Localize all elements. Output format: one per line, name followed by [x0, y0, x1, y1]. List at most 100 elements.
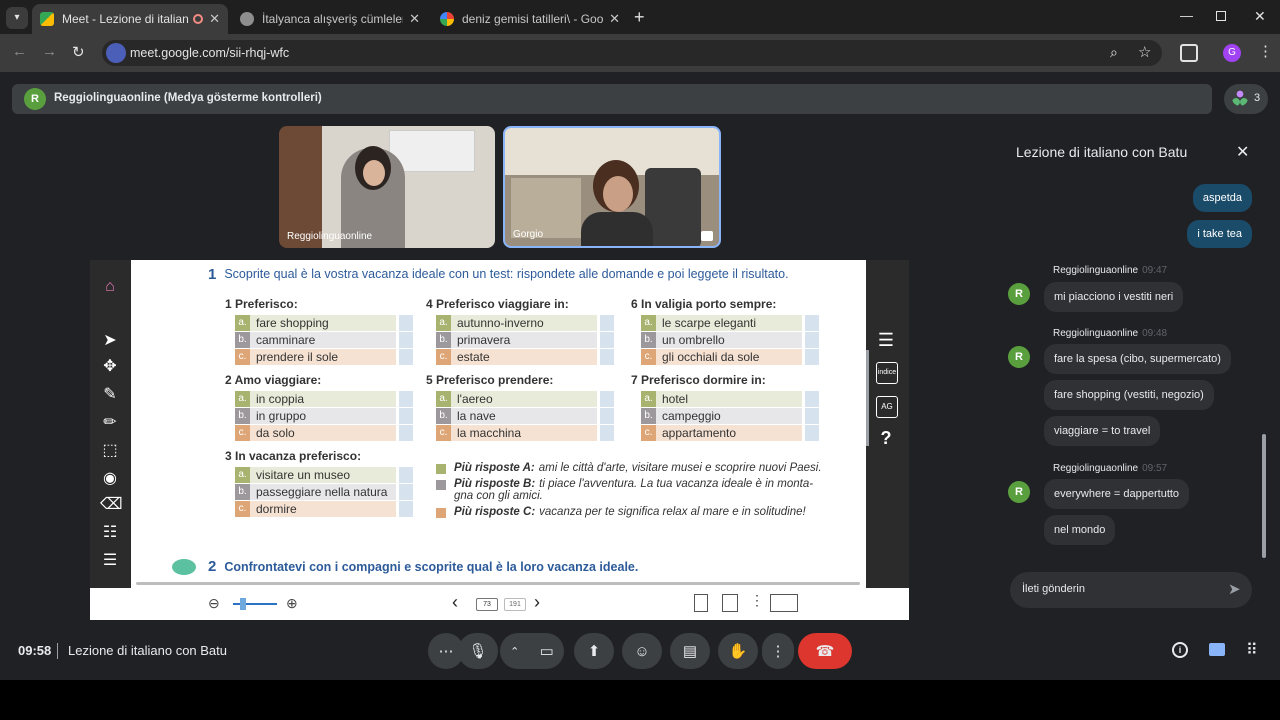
send-icon[interactable]: ➤: [1228, 580, 1241, 598]
camera-options-button[interactable]: ⌃ ▭: [500, 633, 564, 669]
doc-right-toolbar: ☰ indice AG ?: [866, 260, 909, 588]
zoom-out-icon[interactable]: ⊖: [208, 595, 220, 612]
present-screen-button[interactable]: ⬆: [574, 633, 614, 669]
reload-icon[interactable]: ↻: [72, 43, 85, 61]
video-tile-teacher[interactable]: Reggiolinguaonline: [279, 126, 495, 248]
bookmark-star-icon[interactable]: ☆: [1138, 43, 1151, 61]
fit-width-icon[interactable]: [722, 594, 738, 612]
meeting-info-icon[interactable]: i: [1172, 642, 1188, 658]
zoom-in-icon[interactable]: ⊕: [286, 595, 298, 612]
prev-page-icon[interactable]: ‹: [452, 592, 458, 613]
extensions-icon[interactable]: [1180, 44, 1198, 62]
participants-count: 3: [1254, 92, 1261, 104]
close-chat-icon[interactable]: ✕: [1236, 142, 1249, 162]
profile-avatar[interactable]: G: [1223, 44, 1241, 62]
back-arrow-icon[interactable]: ←: [12, 43, 27, 60]
minimize-icon[interactable]: —: [1180, 8, 1193, 23]
doc-vertical-scrollbar[interactable]: [866, 350, 869, 446]
option-letter: a.: [641, 391, 656, 407]
option-letter: a.: [641, 315, 656, 331]
notes-tool-icon[interactable]: ☷: [100, 522, 120, 542]
camera-icon: ▭: [539, 643, 554, 660]
close-window-icon[interactable]: ✕: [1254, 8, 1266, 25]
answer-option: c. estate: [436, 349, 614, 365]
tab-google-search[interactable]: deniz gemisi tatilleri\ - Google ✕: [432, 4, 628, 34]
answer-checkbox[interactable]: [600, 349, 614, 365]
chat-icon[interactable]: [1209, 643, 1225, 656]
answer-checkbox[interactable]: [399, 425, 413, 441]
browser-menu-icon[interactable]: ⋮: [1258, 42, 1273, 60]
page-current[interactable]: 73: [476, 598, 498, 611]
video-tile-student[interactable]: Gorgio: [503, 126, 721, 248]
option-text: dormire: [250, 501, 396, 517]
answer-checkbox[interactable]: [600, 332, 614, 348]
answer-checkbox[interactable]: [600, 315, 614, 331]
tab-meet[interactable]: Meet - Lezione di italiano c ✕: [32, 4, 228, 34]
address-bar[interactable]: meet.google.com/sii-rhqj-wfc ⌕ ☆: [102, 40, 1162, 66]
raise-hand-button[interactable]: ✋: [718, 633, 758, 669]
chat-input[interactable]: İleti gönderin ➤: [1010, 572, 1252, 608]
move-tool-icon[interactable]: ✥: [100, 356, 120, 376]
presentation-banner[interactable]: R Reggiolinguaonline (Medya gösterme kon…: [12, 84, 1212, 114]
restore-icon[interactable]: [1216, 11, 1226, 21]
tab-italian-phrases[interactable]: İtalyanca alışveriş cümleleri ✕: [232, 4, 428, 34]
crop-tool-icon[interactable]: ⬚: [100, 440, 120, 460]
zoom-icon[interactable]: ⌕: [1110, 44, 1118, 61]
emoji-button[interactable]: ☺: [622, 633, 662, 669]
pencil-tool-icon[interactable]: ✏: [100, 412, 120, 432]
question-title: 1 Preferisco:: [225, 297, 298, 311]
answer-checkbox[interactable]: [805, 425, 819, 441]
captions-button[interactable]: ▤: [670, 633, 710, 669]
activities-grid-icon[interactable]: ⠿: [1246, 640, 1258, 660]
answer-checkbox[interactable]: [399, 467, 413, 483]
answer-checkbox[interactable]: [805, 391, 819, 407]
microphone-button[interactable]: 🎙: [458, 633, 498, 669]
help-icon[interactable]: ?: [876, 428, 896, 449]
double-page-icon[interactable]: [770, 594, 798, 612]
forward-arrow-icon[interactable]: →: [42, 43, 57, 60]
answer-checkbox[interactable]: [805, 315, 819, 331]
close-tab-icon[interactable]: ✕: [609, 11, 620, 27]
close-tab-icon[interactable]: ✕: [409, 11, 420, 27]
page-list-icon[interactable]: ☰: [100, 550, 120, 570]
answer-checkbox[interactable]: [399, 408, 413, 424]
close-tab-icon[interactable]: ✕: [209, 11, 220, 27]
option-text: un ombrello: [656, 332, 802, 348]
site-info-icon[interactable]: [106, 43, 126, 63]
pen-tool-icon[interactable]: ✎: [100, 384, 120, 404]
answer-checkbox[interactable]: [805, 349, 819, 365]
shared-document-viewer: ⌂ ➤ ✥ ✎ ✏ ⬚ ◉ ⌫ ☷ ☰ ☰ indice AG ? 1 Scop…: [90, 260, 909, 620]
answer-checkbox[interactable]: [399, 484, 413, 500]
zoom-slider-handle[interactable]: [240, 598, 246, 610]
participants-chip[interactable]: 3: [1224, 84, 1268, 114]
chat-scrollbar[interactable]: [1262, 434, 1266, 558]
single-page-icon[interactable]: [694, 594, 708, 612]
answer-checkbox[interactable]: [600, 391, 614, 407]
answer-checkbox[interactable]: [399, 501, 413, 517]
tab-search-button[interactable]: ▾: [6, 7, 28, 29]
ag-button[interactable]: AG: [876, 396, 898, 418]
end-call-button[interactable]: ☎: [798, 633, 852, 669]
answer-checkbox[interactable]: [399, 349, 413, 365]
eraser-tool-icon[interactable]: ⌫: [100, 494, 123, 514]
doc-horizontal-scrollbar[interactable]: [136, 582, 860, 585]
answer-checkbox[interactable]: [600, 408, 614, 424]
more-view-icon[interactable]: ⋮: [750, 592, 764, 609]
next-page-icon[interactable]: ›: [534, 592, 540, 613]
pointer-tool-icon[interactable]: ➤: [100, 330, 120, 350]
answer-option: a. visitare un museo: [235, 467, 413, 483]
answer-checkbox[interactable]: [399, 391, 413, 407]
answer-checkbox[interactable]: [805, 408, 819, 424]
pin-tile-icon[interactable]: [701, 231, 713, 241]
index-button[interactable]: indice: [876, 362, 898, 384]
more-options-button[interactable]: ⋮: [762, 633, 794, 669]
list-icon[interactable]: ☰: [876, 330, 896, 351]
home-icon[interactable]: ⌂: [100, 278, 120, 296]
spotlight-tool-icon[interactable]: ◉: [100, 468, 120, 488]
new-tab-icon[interactable]: +: [634, 7, 645, 28]
answer-checkbox[interactable]: [399, 315, 413, 331]
answer-checkbox[interactable]: [805, 332, 819, 348]
answer-checkbox[interactable]: [399, 332, 413, 348]
answer-checkbox[interactable]: [600, 425, 614, 441]
sender-name: Reggiolinguaonline: [1053, 328, 1139, 339]
